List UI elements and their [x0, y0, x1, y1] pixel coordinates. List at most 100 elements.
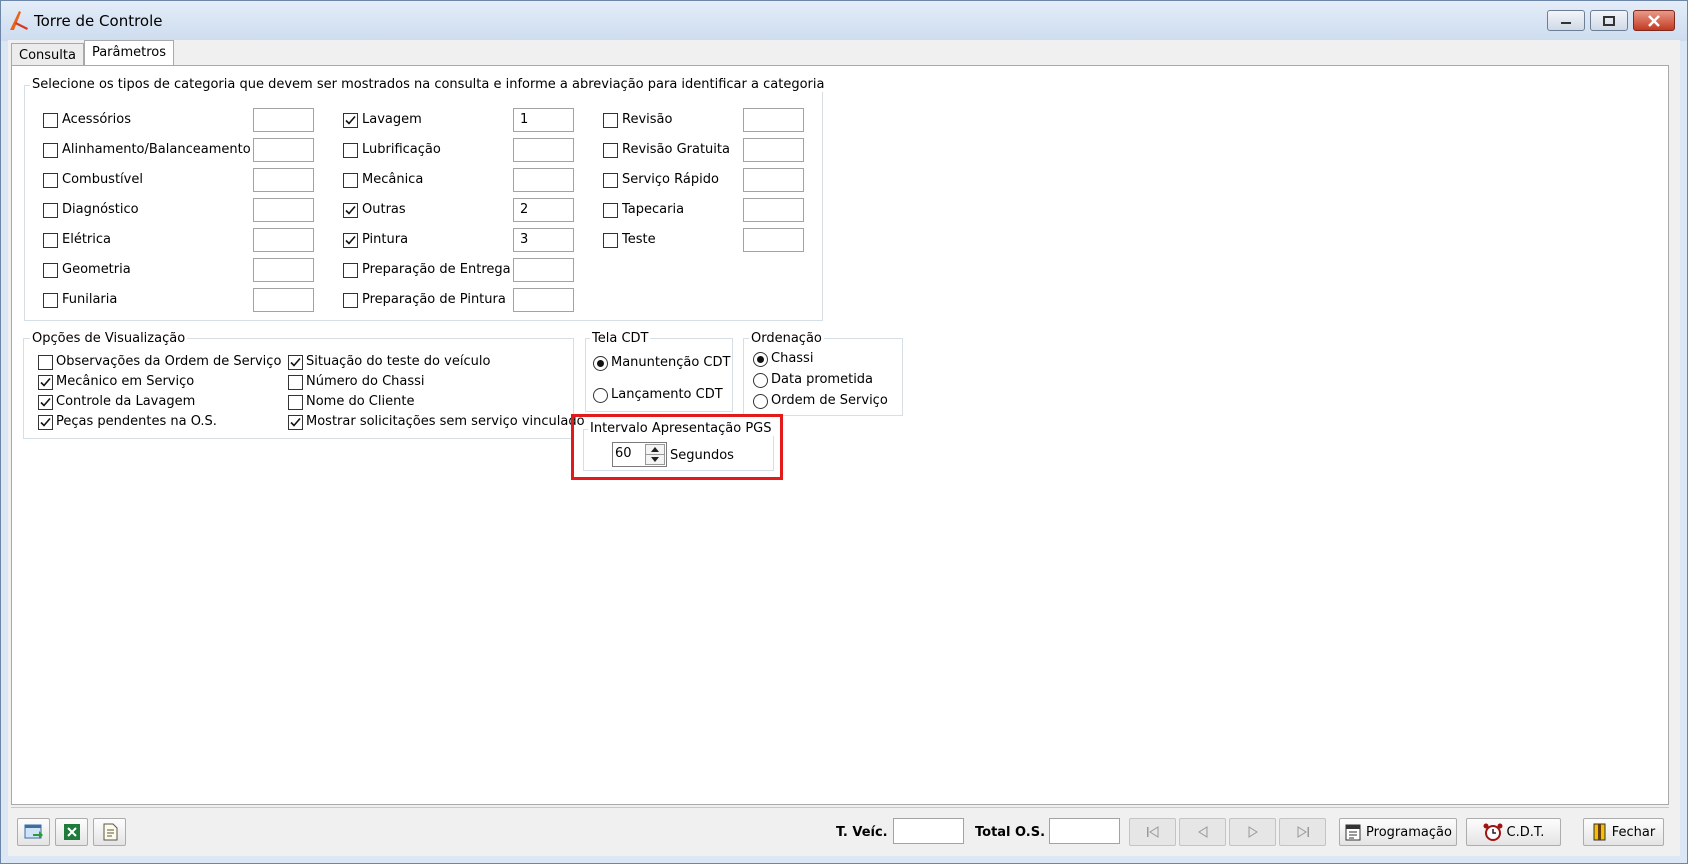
category-eletrica-checkbox[interactable] — [43, 233, 58, 248]
vis-situacao-do-teste-do-veiculo-checkbox[interactable] — [288, 355, 303, 370]
category-acessorios-checkbox[interactable] — [43, 113, 58, 128]
close-button[interactable] — [1633, 10, 1675, 31]
category-servico-rapido-label: Serviço Rápido — [622, 172, 719, 187]
category-lavagem-checkbox[interactable] — [343, 113, 358, 128]
category-revisao-abbr-field[interactable] — [743, 108, 804, 132]
category-mecanica-checkbox[interactable] — [343, 173, 358, 188]
app-logo-icon — [10, 11, 28, 30]
category-outras-label: Outras — [362, 202, 406, 217]
category-tapecaria-checkbox[interactable] — [603, 203, 618, 218]
vis-observacoes-da-ordem-de-servico-checkbox[interactable] — [38, 355, 53, 370]
vis-numero-do-chassi-checkbox[interactable] — [288, 375, 303, 390]
fechar-button[interactable]: Fechar — [1583, 818, 1664, 846]
maximize-button[interactable] — [1590, 10, 1628, 31]
category-teste-checkbox[interactable] — [603, 233, 618, 248]
vis-pecas-pendentes-na-o-s-checkbox[interactable] — [38, 415, 53, 430]
category-lubrificacao-abbr-field[interactable] — [513, 138, 574, 162]
vis-mecanico-em-servico-checkbox[interactable] — [38, 375, 53, 390]
tab-consulta[interactable]: Consulta — [11, 43, 84, 66]
cdt-manuntencao-cdt-label: Manuntenção CDT — [611, 355, 731, 370]
intervalo-spinner[interactable]: 60 — [612, 442, 667, 467]
category-pintura-abbr-field[interactable]: 3 — [513, 228, 574, 252]
category-outras-abbr-field[interactable]: 2 — [513, 198, 574, 222]
total-os-field[interactable] — [1049, 818, 1120, 844]
category-revisao-gratuita-checkbox[interactable] — [603, 143, 618, 158]
ordenacao-ordem-de-servico-label: Ordem de Serviço — [771, 393, 888, 408]
t-veic-field[interactable] — [893, 818, 964, 844]
category-acessorios-label: Acessórios — [62, 112, 131, 127]
prev-arrow-icon — [1197, 826, 1207, 838]
category-alinhamento-balanceamento-abbr-field[interactable] — [253, 138, 314, 162]
tab-parametros[interactable]: Parâmetros — [84, 40, 174, 65]
category-acessorios-abbr-field[interactable] — [253, 108, 314, 132]
category-teste-abbr-field[interactable] — [743, 228, 804, 252]
minimize-button[interactable] — [1547, 10, 1585, 31]
vis-situacao-do-teste-do-veiculo-label: Situação do teste do veículo — [306, 354, 491, 369]
category-eletrica-abbr-field[interactable] — [253, 228, 314, 252]
excel-icon — [63, 824, 80, 840]
vis-pecas-pendentes-na-o-s-label: Peças pendentes na O.S. — [56, 414, 217, 429]
alarm-clock-icon — [1483, 823, 1503, 841]
category-diagnostico-checkbox[interactable] — [43, 203, 58, 218]
next-record-button[interactable] — [1229, 818, 1276, 846]
category-tapecaria-abbr-field[interactable] — [743, 198, 804, 222]
category-lavagem-abbr-field[interactable]: 1 — [513, 108, 574, 132]
intervalo-unit: Segundos — [670, 448, 734, 463]
ordenacao-data-prometida-radio[interactable] — [753, 373, 768, 388]
category-servico-rapido-abbr-field[interactable] — [743, 168, 804, 192]
category-tapecaria-label: Tapecaria — [622, 202, 685, 217]
categories-group — [24, 85, 823, 321]
programacao-label: Programação — [1366, 824, 1452, 840]
total-os-label: Total O.S. — [975, 825, 1046, 840]
category-geometria-label: Geometria — [62, 262, 131, 277]
programacao-button[interactable]: Programação — [1339, 818, 1457, 846]
last-record-button[interactable] — [1279, 818, 1326, 846]
category-alinhamento-balanceamento-checkbox[interactable] — [43, 143, 58, 158]
cdt-button[interactable]: C.D.T. — [1466, 818, 1561, 846]
vis-numero-do-chassi-label: Número do Chassi — [306, 374, 425, 389]
vis-nome-do-cliente-checkbox[interactable] — [288, 395, 303, 410]
category-preparacao-de-pintura-abbr-field[interactable] — [513, 288, 574, 312]
cdt-lancamento-cdt-radio[interactable] — [593, 388, 608, 403]
last-arrow-icon — [1297, 826, 1309, 838]
category-funilaria-abbr-field[interactable] — [253, 288, 314, 312]
category-servico-rapido-checkbox[interactable] — [603, 173, 618, 188]
category-lubrificacao-checkbox[interactable] — [343, 143, 358, 158]
vis-mostrar-solicitacoes-sem-servico-vinculado-label: Mostrar solicitações sem serviço vincula… — [306, 414, 585, 429]
category-combustivel-checkbox[interactable] — [43, 173, 58, 188]
restore-icon — [1603, 15, 1615, 26]
export-button[interactable] — [17, 818, 50, 846]
intervalo-value: 60 — [615, 446, 632, 461]
category-pintura-label: Pintura — [362, 232, 409, 247]
category-revisao-checkbox[interactable] — [603, 113, 618, 128]
category-preparacao-de-pintura-checkbox[interactable] — [343, 293, 358, 308]
category-revisao-gratuita-abbr-field[interactable] — [743, 138, 804, 162]
vis-mostrar-solicitacoes-sem-servico-vinculado-checkbox[interactable] — [288, 415, 303, 430]
spin-arrows-icon[interactable] — [645, 444, 665, 465]
tela-cdt-legend: Tela CDT — [590, 331, 651, 346]
category-lubrificacao-label: Lubrificação — [362, 142, 441, 157]
ordenacao-ordem-de-servico-radio[interactable] — [753, 394, 768, 409]
category-mecanica-abbr-field[interactable] — [513, 168, 574, 192]
category-pintura-checkbox[interactable] — [343, 233, 358, 248]
category-diagnostico-abbr-field[interactable] — [253, 198, 314, 222]
t-veic-label: T. Veíc. — [836, 825, 888, 840]
vis-controle-da-lavagem-checkbox[interactable] — [38, 395, 53, 410]
category-funilaria-checkbox[interactable] — [43, 293, 58, 308]
category-funilaria-label: Funilaria — [62, 292, 118, 307]
category-geometria-abbr-field[interactable] — [253, 258, 314, 282]
ordenacao-chassi-radio[interactable] — [753, 352, 768, 367]
title-bar[interactable] — [1, 1, 1687, 41]
category-preparacao-de-entrega-abbr-field[interactable] — [513, 258, 574, 282]
prev-record-button[interactable] — [1179, 818, 1226, 846]
category-combustivel-abbr-field[interactable] — [253, 168, 314, 192]
category-preparacao-de-entrega-checkbox[interactable] — [343, 263, 358, 278]
category-outras-checkbox[interactable] — [343, 203, 358, 218]
first-arrow-icon — [1146, 826, 1158, 838]
first-record-button[interactable] — [1129, 818, 1176, 846]
ordenacao-chassi-label: Chassi — [771, 351, 814, 366]
excel-button[interactable] — [55, 818, 88, 846]
category-geometria-checkbox[interactable] — [43, 263, 58, 278]
report-button[interactable] — [93, 818, 126, 846]
cdt-manuntencao-cdt-radio[interactable] — [593, 356, 608, 371]
